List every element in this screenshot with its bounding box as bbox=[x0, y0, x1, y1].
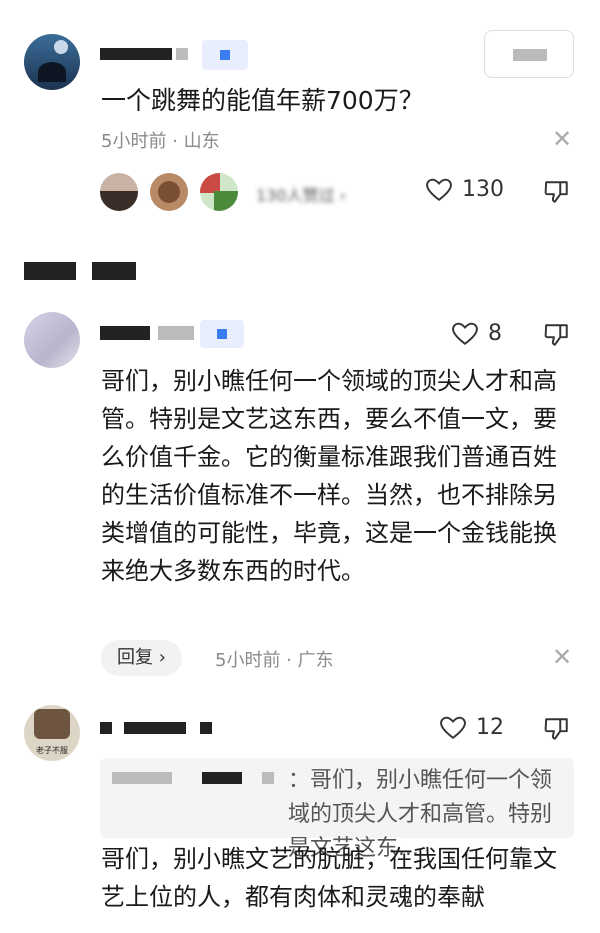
avatar-moon bbox=[54, 40, 68, 54]
section-header-redacted bbox=[24, 262, 76, 280]
username-redacted[interactable] bbox=[124, 722, 186, 734]
username-redacted[interactable] bbox=[100, 326, 150, 340]
section-header-redacted bbox=[92, 262, 136, 280]
like-count: 130 bbox=[462, 177, 504, 202]
heart-icon bbox=[452, 322, 478, 345]
reactor-avatar[interactable] bbox=[200, 173, 238, 211]
username-redacted[interactable] bbox=[100, 722, 112, 734]
avatar-caption: 老子不服 bbox=[36, 746, 68, 755]
follow-button[interactable] bbox=[484, 30, 574, 78]
comment-meta: 5小时前 · 山东 bbox=[101, 131, 220, 152]
reactor-avatar[interactable] bbox=[150, 173, 188, 211]
quoted-user-redacted bbox=[202, 772, 242, 784]
quoted-reply[interactable]: ：哥们，别小瞧任何一个领域的顶尖人才和高管。特别是文艺这东... bbox=[100, 758, 574, 861]
quoted-user-redacted bbox=[262, 772, 274, 784]
comment-meta: 5小时前 · 广东 bbox=[215, 650, 334, 671]
dislike-icon[interactable] bbox=[544, 717, 570, 745]
username-redacted bbox=[158, 326, 194, 340]
like-button[interactable]: 12 bbox=[440, 715, 504, 740]
heart-icon bbox=[426, 178, 452, 201]
username-redacted bbox=[200, 722, 212, 734]
avatar-figure bbox=[34, 709, 70, 739]
user-badge bbox=[200, 320, 244, 348]
avatar-figure bbox=[38, 62, 66, 82]
username-redacted[interactable] bbox=[100, 48, 172, 60]
avatar[interactable]: 老子不服 bbox=[24, 705, 80, 761]
like-count: 12 bbox=[476, 715, 504, 740]
quoted-user-redacted bbox=[112, 772, 172, 784]
reactors-summary[interactable]: 130人赞过 › bbox=[256, 182, 346, 206]
follow-label-redacted bbox=[513, 49, 547, 61]
like-button[interactable]: 130 bbox=[426, 177, 504, 202]
dislike-icon[interactable] bbox=[544, 323, 570, 351]
like-button[interactable]: 8 bbox=[452, 321, 502, 346]
dislike-icon[interactable] bbox=[544, 180, 570, 208]
close-icon[interactable]: ✕ bbox=[552, 645, 572, 669]
reactor-avatar[interactable] bbox=[100, 173, 138, 211]
close-icon[interactable]: ✕ bbox=[552, 127, 572, 151]
reply-button[interactable]: 回复 › bbox=[101, 640, 182, 676]
user-badge bbox=[202, 40, 248, 70]
username-redacted bbox=[176, 48, 188, 60]
avatar[interactable] bbox=[24, 34, 80, 90]
heart-icon bbox=[440, 716, 466, 739]
comment-text: 一个跳舞的能值年薪700万？ bbox=[101, 86, 424, 115]
like-count: 8 bbox=[488, 321, 502, 346]
comment-text: 哥们，别小瞧文艺的肮脏，在我国任何靠文艺上位的人，都有肉体和灵魂的奉献 bbox=[101, 845, 557, 911]
avatar[interactable] bbox=[24, 312, 80, 368]
comment-text: 哥们，别小瞧任何一个领域的顶尖人才和高管。特别是文艺这东西，要么不值一文，要么价… bbox=[101, 367, 557, 585]
